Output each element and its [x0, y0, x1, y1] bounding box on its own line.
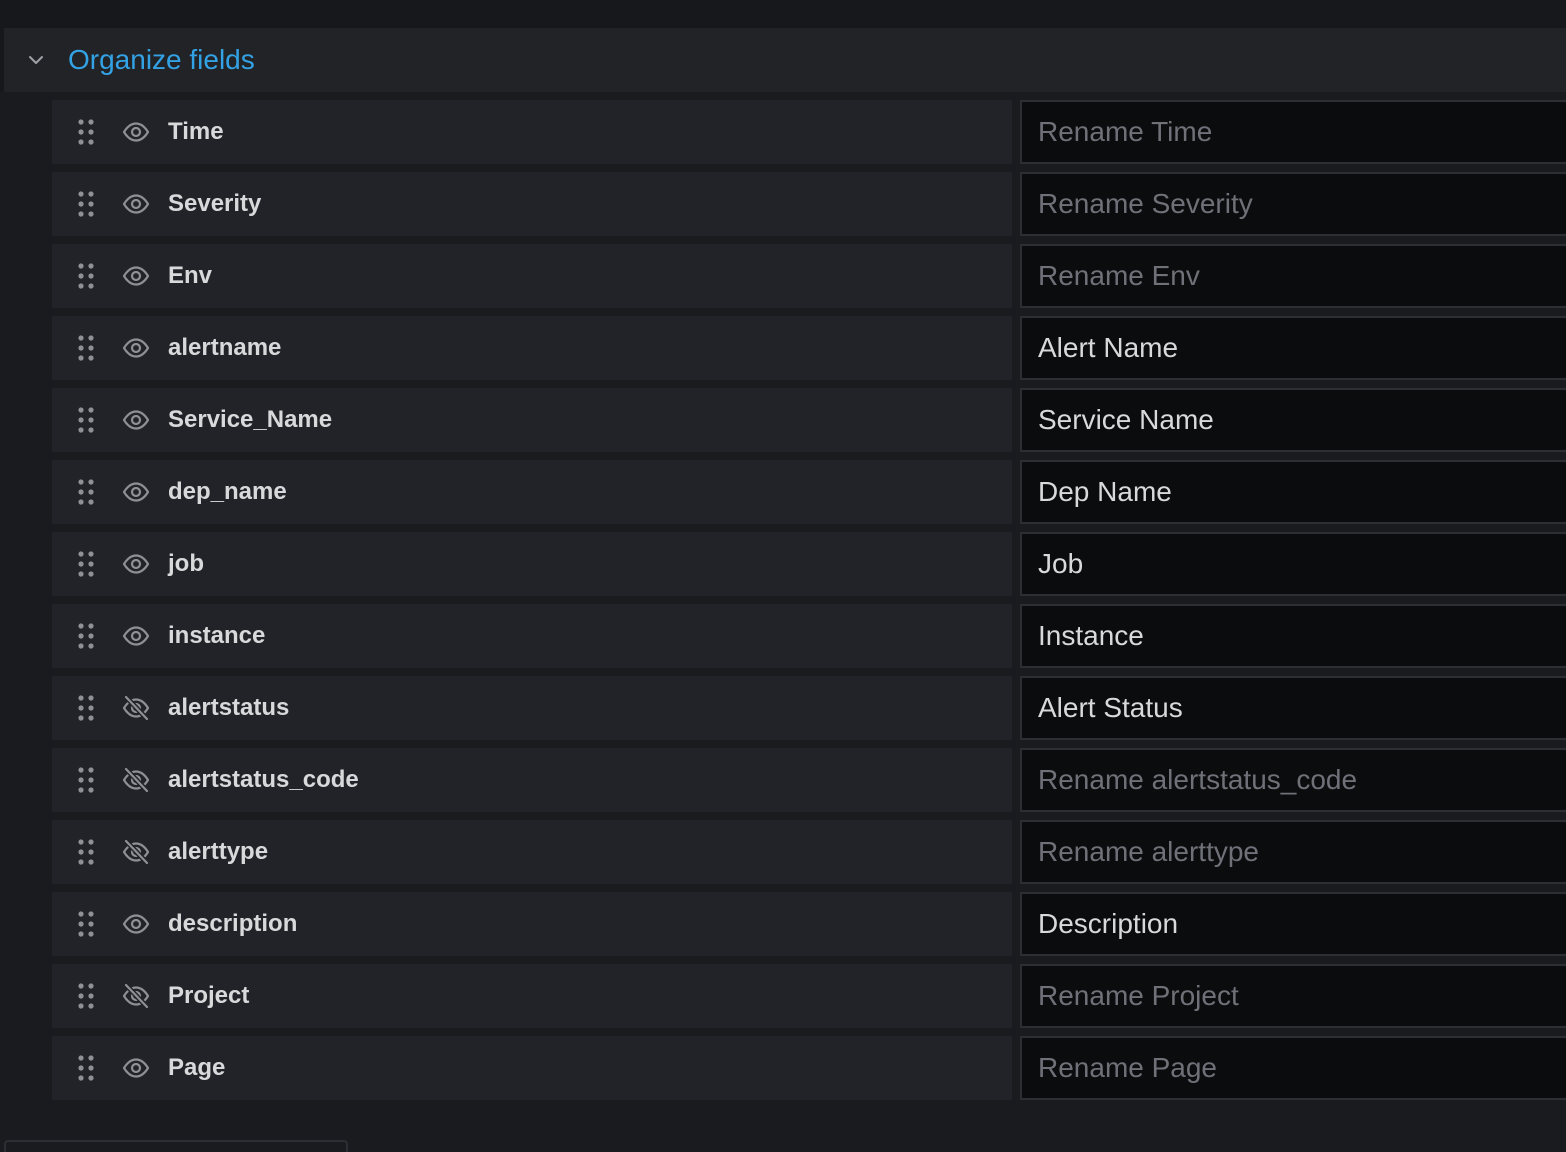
eye-icon[interactable]: [120, 532, 152, 596]
eye-icon[interactable]: [120, 172, 152, 236]
field-card: alerttype: [52, 820, 1012, 884]
drag-handle-icon[interactable]: [52, 676, 120, 740]
drag-handle-icon[interactable]: [52, 748, 120, 812]
rename-input[interactable]: [1020, 1036, 1566, 1100]
field-row-time: Time: [52, 100, 1566, 164]
field-name: Env: [168, 262, 213, 289]
field-card: Page: [52, 1036, 1012, 1100]
drag-handle-icon[interactable]: [52, 1036, 120, 1100]
drag-handle-icon[interactable]: [52, 604, 120, 668]
field-card: alertstatus_code: [52, 748, 1012, 812]
field-row-instance: instance: [52, 604, 1566, 668]
drag-handle-icon[interactable]: [52, 964, 120, 1028]
section-header[interactable]: Organize fields: [4, 28, 1566, 92]
section-title[interactable]: Organize fields: [68, 44, 255, 76]
field-name: Project: [168, 982, 250, 1009]
field-card: Env: [52, 244, 1012, 308]
rename-input[interactable]: [1020, 532, 1566, 596]
field-name: dep_name: [168, 478, 287, 505]
drag-handle-icon[interactable]: [52, 892, 120, 956]
eye-slash-icon[interactable]: [120, 748, 152, 812]
field-name: alerttype: [168, 838, 269, 865]
field-name: Page: [168, 1054, 226, 1081]
drag-handle-icon[interactable]: [52, 172, 120, 236]
drag-handle-icon[interactable]: [52, 316, 120, 380]
field-card: Time: [52, 100, 1012, 164]
eye-icon[interactable]: [120, 244, 152, 308]
organize-fields-panel: Organize fields Time Rename Time Severit…: [0, 0, 1566, 1152]
drag-handle-icon[interactable]: [52, 532, 120, 596]
rename-input[interactable]: [1020, 820, 1566, 884]
add-transformation-area: [4, 1140, 348, 1152]
rename-input[interactable]: [1020, 892, 1566, 956]
field-row-service-name: Service_Name: [52, 388, 1566, 452]
field-list: Time Severity: [52, 100, 1566, 1108]
field-row-dep-name: dep_name: [52, 460, 1566, 524]
eye-icon[interactable]: [120, 100, 152, 164]
field-row-alertstatus: alertstatus: [52, 676, 1566, 740]
field-card: job: [52, 532, 1012, 596]
field-name: Time: [168, 118, 224, 145]
field-row-job: job: [52, 532, 1566, 596]
field-row-alertname: alertname: [52, 316, 1566, 380]
drag-handle-icon[interactable]: [52, 100, 120, 164]
eye-icon[interactable]: [120, 388, 152, 452]
eye-icon[interactable]: [120, 892, 152, 956]
top-strip: [0, 0, 1566, 28]
eye-icon[interactable]: [120, 1036, 152, 1100]
rename-input[interactable]: [1020, 460, 1566, 524]
drag-handle-icon[interactable]: [52, 460, 120, 524]
field-card: description: [52, 892, 1012, 956]
chevron-down-icon[interactable]: [4, 28, 68, 92]
eye-slash-icon[interactable]: [120, 964, 152, 1028]
rename-input[interactable]: [1020, 964, 1566, 1028]
field-row-severity: Severity: [52, 172, 1566, 236]
rename-input[interactable]: [1020, 748, 1566, 812]
field-name: Service_Name: [168, 406, 333, 433]
field-card: Project: [52, 964, 1012, 1028]
field-card: alertstatus: [52, 676, 1012, 740]
rename-input[interactable]: [1020, 244, 1566, 308]
field-name: job: [168, 550, 204, 577]
rename-input[interactable]: [1020, 172, 1566, 236]
field-name: alertstatus_code: [168, 766, 359, 793]
field-row-project: Project: [52, 964, 1566, 1028]
drag-handle-icon[interactable]: [52, 388, 120, 452]
eye-slash-icon[interactable]: [120, 676, 152, 740]
field-card: Severity: [52, 172, 1012, 236]
field-row-description: description: [52, 892, 1566, 956]
field-card: dep_name: [52, 460, 1012, 524]
drag-handle-icon[interactable]: [52, 244, 120, 308]
field-name: instance: [168, 622, 266, 649]
rename-input[interactable]: [1020, 676, 1566, 740]
eye-icon[interactable]: [120, 316, 152, 380]
field-row-page: Page: [52, 1036, 1566, 1100]
rename-input[interactable]: [1020, 316, 1566, 380]
field-card: alertname: [52, 316, 1012, 380]
eye-icon[interactable]: [120, 460, 152, 524]
field-card: Service_Name: [52, 388, 1012, 452]
rename-input[interactable]: [1020, 100, 1566, 164]
field-row-env: Env: [52, 244, 1566, 308]
rename-input[interactable]: [1020, 388, 1566, 452]
drag-handle-icon[interactable]: [52, 820, 120, 884]
field-name: description: [168, 910, 298, 937]
rename-input[interactable]: [1020, 604, 1566, 668]
field-row-alertstatus-code: alertstatus_code: [52, 748, 1566, 812]
eye-icon[interactable]: [120, 604, 152, 668]
field-name: alertstatus: [168, 694, 290, 721]
field-row-alerttype: alerttype: [52, 820, 1566, 884]
field-name: Severity: [168, 190, 262, 217]
field-name: alertname: [168, 334, 282, 361]
field-card: instance: [52, 604, 1012, 668]
eye-slash-icon[interactable]: [120, 820, 152, 884]
